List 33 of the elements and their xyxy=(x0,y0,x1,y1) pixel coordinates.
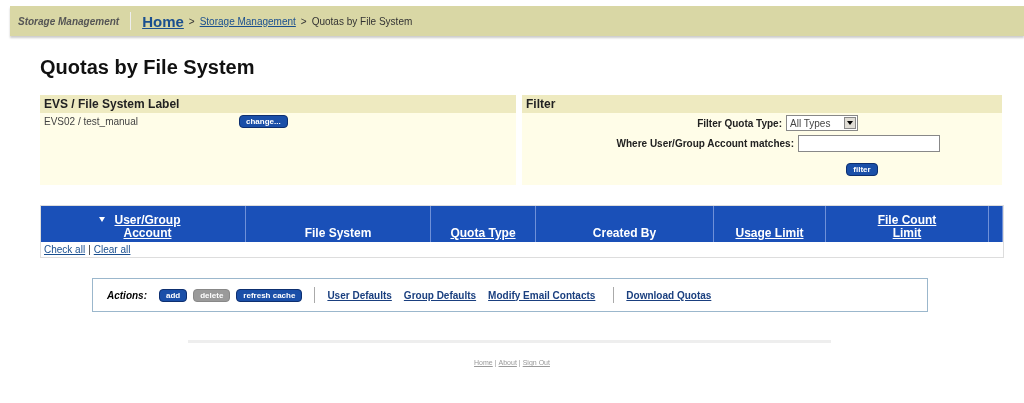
breadcrumb-current: Quotas by File System xyxy=(311,15,413,27)
column-header[interactable]: Quota Type xyxy=(431,206,536,242)
change-button[interactable]: change... xyxy=(239,115,288,128)
field-label: Filter Quota Type: xyxy=(697,117,782,129)
action-button[interactable]: refresh cache xyxy=(236,288,303,302)
actions-label: Actions: xyxy=(107,289,147,301)
breadcrumb-separator: > xyxy=(300,15,307,27)
column-header: File System xyxy=(246,206,431,242)
page-title: Quotas by File System xyxy=(40,56,256,79)
sort-indicator-icon xyxy=(98,217,105,222)
column-header: Created By xyxy=(536,206,714,242)
column-header[interactable]: File Count Limit xyxy=(826,206,989,242)
panel-heading: EVS / File System Label xyxy=(40,95,516,113)
select-link[interactable]: Check all xyxy=(44,244,86,255)
panel-heading: Filter xyxy=(522,95,1002,113)
quota-type-dropdown[interactable]: All Types xyxy=(786,115,858,131)
action-link[interactable]: Download Quotas xyxy=(626,289,712,301)
filter-button[interactable]: filter xyxy=(846,163,878,176)
column-header[interactable]: User/Group Account xyxy=(41,206,246,242)
breadcrumb-separator: > xyxy=(188,15,195,27)
action-link[interactable]: Modify Email Contacts xyxy=(488,289,596,301)
field-label: Where User/Group Account matches: xyxy=(616,138,794,149)
select-link[interactable]: Clear all xyxy=(93,244,131,255)
action-button[interactable]: add xyxy=(159,288,188,302)
action-link[interactable]: Group Defaults xyxy=(403,289,477,301)
column-header[interactable]: Usage Limit xyxy=(714,206,826,242)
section-title: Storage Management xyxy=(18,15,120,27)
breadcrumb-link[interactable]: Storage Management xyxy=(199,15,296,27)
file-system-label: EVS02 / test_manual xyxy=(44,116,139,127)
action-link[interactable]: User Defaults xyxy=(327,289,392,301)
link-separator: | xyxy=(88,244,91,255)
breadcrumb-link[interactable]: Home xyxy=(142,12,184,30)
account-match-field[interactable] xyxy=(798,135,940,152)
